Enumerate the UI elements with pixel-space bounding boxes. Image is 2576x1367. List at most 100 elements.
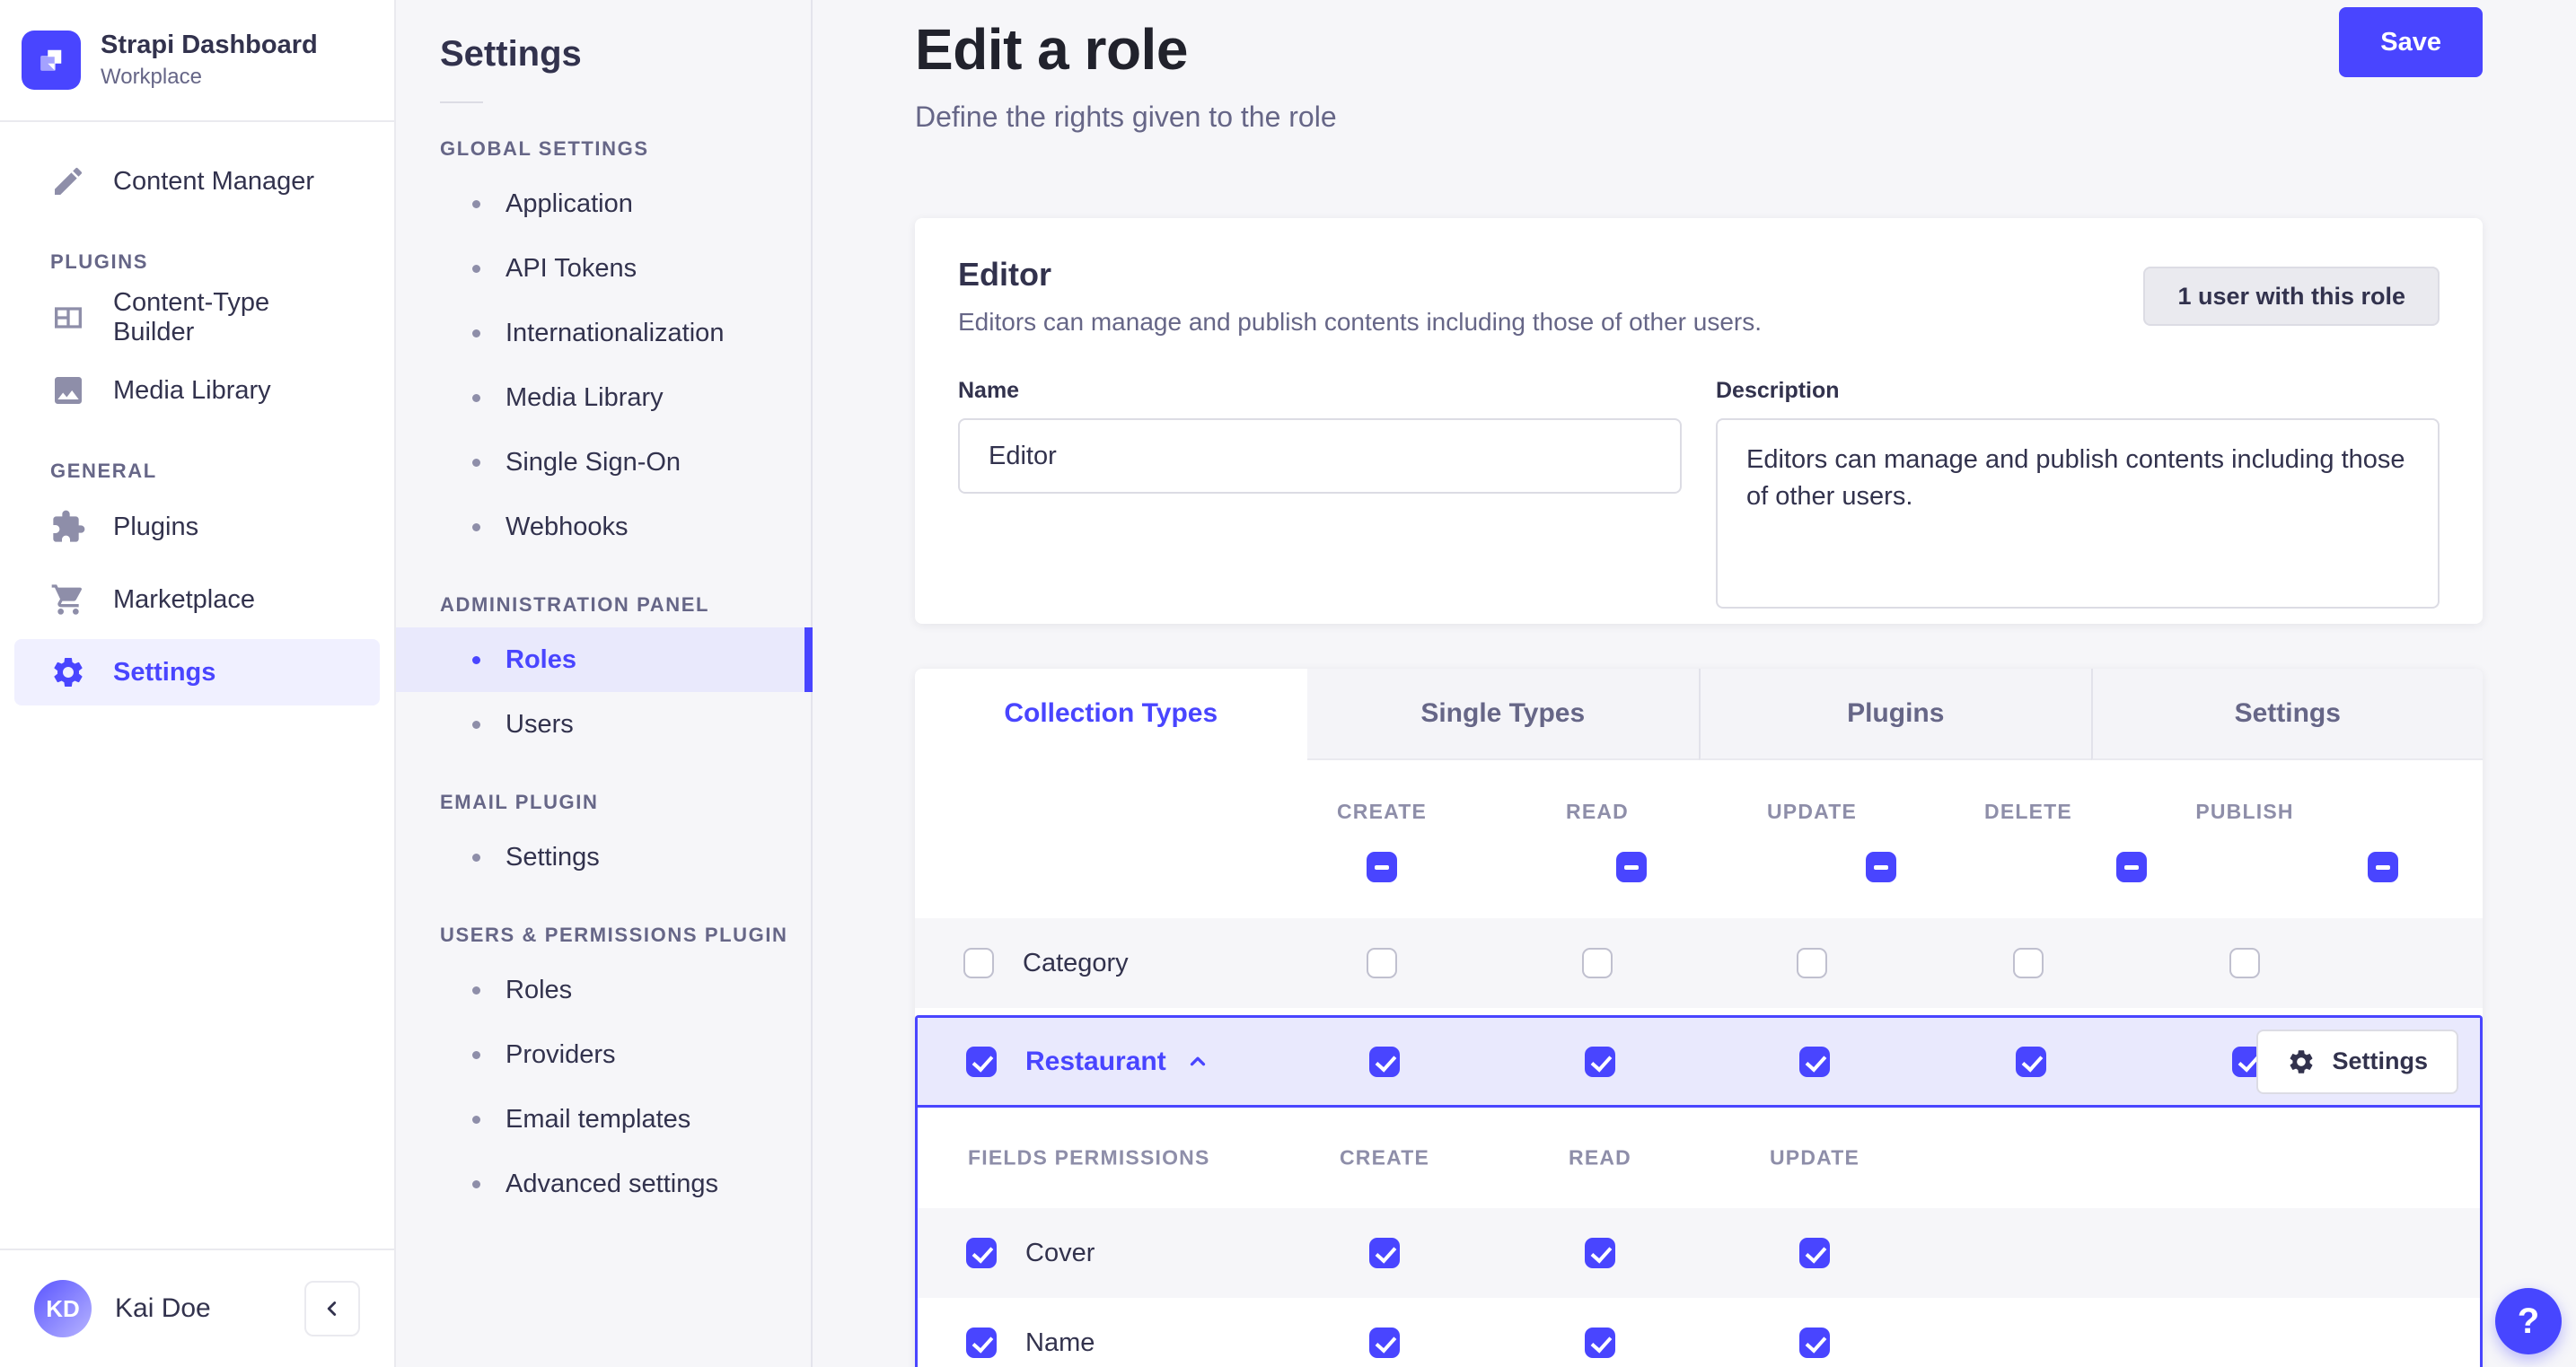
row-category-label[interactable]: Category — [1023, 949, 1129, 978]
sidebar-item-content-type-builder[interactable]: Content-Type Builder — [14, 285, 380, 351]
role-summary: Editor Editors can manage and publish co… — [958, 256, 1762, 337]
row-restaurant-checkbox[interactable] — [966, 1046, 997, 1077]
name-input[interactable] — [958, 418, 1682, 494]
role-details-card: Editor Editors can manage and publish co… — [915, 218, 2483, 624]
field-name-checkbox[interactable] — [966, 1328, 997, 1358]
sidebar-item-settings[interactable]: Settings — [14, 639, 380, 705]
subnav-item-email-templates[interactable]: Email templates — [396, 1087, 811, 1152]
category-read-checkbox[interactable] — [1582, 948, 1613, 978]
bullet-dot — [472, 986, 480, 995]
select-all-read-checkbox[interactable] — [1616, 852, 1648, 882]
name-read-checkbox[interactable] — [1585, 1328, 1615, 1358]
subnav-title: Settings — [440, 34, 582, 74]
subnav-section-email-plugin: EMAIL PLUGIN — [440, 791, 599, 813]
help-button[interactable]: ? — [2495, 1288, 2562, 1354]
row-category-checkbox[interactable] — [963, 948, 994, 978]
chevron-left-icon — [321, 1297, 344, 1320]
category-delete-checkbox[interactable] — [2013, 948, 2044, 978]
sidebar-item-media-library[interactable]: Media Library — [14, 357, 380, 424]
tab-single-types[interactable]: Single Types — [1306, 669, 1699, 760]
sidebar-item-label: Settings — [113, 657, 216, 687]
sidebar-footer: KD Kai Doe — [0, 1249, 394, 1367]
restaurant-create-checkbox[interactable] — [1369, 1046, 1400, 1077]
field-cover-label: Cover — [1025, 1238, 1095, 1267]
cover-read-checkbox[interactable] — [1585, 1238, 1615, 1268]
row-restaurant-label[interactable]: Restaurant — [1025, 1047, 1166, 1077]
settings-subnav: Settings GLOBAL SETTINGS Application API… — [396, 0, 813, 1367]
subnav-item-single-sign-on[interactable]: Single Sign-On — [396, 430, 811, 495]
image-icon — [50, 372, 86, 408]
subnav-item-label: Internationalization — [506, 318, 725, 347]
subnav-item-roles-admin[interactable]: Roles — [396, 627, 813, 692]
restaurant-update-checkbox[interactable] — [1799, 1046, 1830, 1077]
description-textarea[interactable]: Editors can manage and publish contents … — [1716, 418, 2440, 609]
subnav-item-label: Providers — [506, 1039, 616, 1069]
subnav-item-advanced-settings[interactable]: Advanced settings — [396, 1152, 811, 1216]
cover-update-checkbox[interactable] — [1799, 1238, 1830, 1268]
save-button[interactable]: Save — [2339, 7, 2483, 77]
avatar[interactable]: KD — [34, 1280, 92, 1337]
page-title: Edit a role — [915, 17, 1188, 82]
collection-types-panel: CREATE READ UPDATE DELETE PUBLISH Catego… — [915, 760, 2483, 1367]
strapi-logo-icon — [22, 31, 81, 90]
subnav-item-api-tokens[interactable]: API Tokens — [396, 236, 811, 301]
restaurant-settings-label: Settings — [2332, 1047, 2428, 1074]
gear-icon — [2290, 1049, 2313, 1073]
subnav-item-users[interactable]: Users — [396, 692, 811, 757]
name-update-checkbox[interactable] — [1799, 1328, 1830, 1358]
sidebar-item-label: Media Library — [113, 375, 271, 405]
app-title: Strapi Dashboard — [101, 31, 318, 59]
restaurant-settings-button[interactable]: Settings — [2256, 1029, 2458, 1094]
bullet-dot — [472, 199, 480, 208]
select-all-publish-checkbox[interactable] — [2367, 852, 2398, 882]
subnav-item-webhooks[interactable]: Webhooks — [396, 495, 811, 559]
category-publish-checkbox[interactable] — [2229, 948, 2260, 978]
brand-text: Strapi Dashboard Workplace — [101, 31, 318, 90]
subnav-item-label: Roles — [506, 644, 576, 674]
permission-row-restaurant[interactable]: Restaurant Settings — [918, 1018, 2480, 1108]
bullet-dot — [472, 522, 480, 531]
bullet-dot — [472, 393, 480, 402]
permissions-tabs: Collection Types Single Types Plugins Se… — [915, 669, 2483, 760]
subnav-item-label: Advanced settings — [506, 1169, 718, 1198]
main-content: Edit a role Define the rights given to t… — [813, 0, 2576, 1367]
restaurant-accordion: Restaurant Settings FIELDS PERMISSIONS C… — [915, 1015, 2483, 1367]
subnav-item-providers[interactable]: Providers — [396, 1022, 811, 1087]
sidebar-item-marketplace[interactable]: Marketplace — [14, 566, 380, 633]
description-field-label: Description — [1716, 378, 1840, 403]
page-header: Edit a role Define the rights given to t… — [915, 0, 2483, 134]
sidebar-item-label: Content-Type Builder — [113, 288, 270, 346]
tab-collection-types[interactable]: Collection Types — [915, 669, 1307, 760]
select-all-update-checkbox[interactable] — [1865, 852, 1896, 882]
category-update-checkbox[interactable] — [1797, 948, 1827, 978]
main-sidebar: Strapi Dashboard Workplace Content Manag… — [0, 0, 396, 1367]
restaurant-delete-checkbox[interactable] — [2016, 1046, 2046, 1077]
sidebar-item-label: Marketplace — [113, 584, 255, 614]
subnav-item-label: Users — [506, 709, 574, 739]
select-all-create-checkbox[interactable] — [1367, 852, 1397, 882]
cover-create-checkbox[interactable] — [1369, 1238, 1400, 1268]
column-header-create: CREATE — [1336, 800, 1428, 823]
sidebar-item-content-manager[interactable]: Content Manager — [14, 148, 380, 215]
subnav-item-label: Webhooks — [506, 512, 629, 541]
restaurant-read-checkbox[interactable] — [1585, 1046, 1615, 1077]
field-row-cover: Cover — [918, 1208, 2480, 1298]
subnav-section-global-settings: GLOBAL SETTINGS — [440, 137, 649, 160]
subnav-item-roles-up[interactable]: Roles — [396, 958, 811, 1022]
subnav-item-application[interactable]: Application — [396, 171, 811, 236]
collapse-sidebar-button[interactable] — [304, 1281, 360, 1336]
sidebar-item-plugins[interactable]: Plugins — [14, 494, 380, 560]
role-name-heading: Editor — [958, 256, 1051, 293]
brand: Strapi Dashboard Workplace — [0, 0, 394, 120]
name-create-checkbox[interactable] — [1369, 1328, 1400, 1358]
subnav-section-users-permissions-plugin: USERS & PERMISSIONS PLUGIN — [440, 924, 788, 946]
select-all-delete-checkbox[interactable] — [2116, 852, 2148, 882]
tab-plugins[interactable]: Plugins — [1699, 669, 2091, 760]
subnav-item-media-library[interactable]: Media Library — [396, 365, 811, 430]
category-create-checkbox[interactable] — [1367, 948, 1397, 978]
tab-settings[interactable]: Settings — [2090, 669, 2483, 760]
field-cover-checkbox[interactable] — [966, 1238, 997, 1268]
subnav-item-email-settings[interactable]: Settings — [396, 825, 811, 889]
users-with-role-button[interactable]: 1 user with this role — [2143, 267, 2440, 326]
subnav-item-internationalization[interactable]: Internationalization — [396, 301, 811, 365]
